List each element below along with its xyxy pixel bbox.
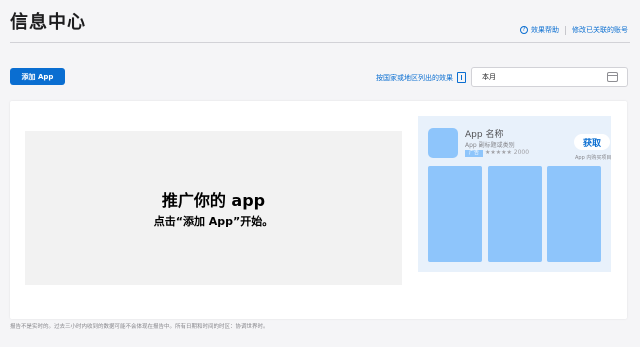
download-report-icon[interactable]: [457, 72, 466, 83]
preview-iap-note: App 内购买项目: [575, 155, 612, 161]
edit-linked-account-link[interactable]: 修改已关联的账号: [572, 25, 628, 35]
header-links: ? 效果帮助 修改已关联的账号: [520, 25, 628, 35]
promo-panel: 推广你的 app 点击“添加 App”开始。: [25, 131, 402, 285]
app-icon-placeholder: [428, 128, 458, 158]
screenshot-placeholder: [547, 166, 601, 262]
preview-get-button: 获取: [574, 134, 610, 150]
page-title: 信息中心: [10, 12, 86, 33]
preview-rating: ★★★★★ 2000: [485, 149, 530, 156]
report-footnote: 报告不是实时的。过去三小时内收到的数据可能不会体现在报告中。所有日期和时间的时区…: [10, 324, 269, 330]
help-link[interactable]: 效果帮助: [531, 25, 559, 35]
promo-subtitle: 点击“添加 App”开始。: [153, 215, 274, 228]
ad-badge: 广告: [465, 150, 484, 157]
country-report-link[interactable]: 按国家或地区列出的效果: [376, 72, 466, 83]
country-report-label[interactable]: 按国家或地区列出的效果: [376, 73, 453, 83]
add-app-button[interactable]: 添加 App: [10, 68, 65, 85]
link-separator: [565, 25, 566, 35]
help-icon[interactable]: ?: [520, 26, 528, 34]
screenshot-placeholder: [488, 166, 542, 262]
date-range-value: 本月: [482, 73, 496, 81]
date-range-select[interactable]: 本月: [471, 67, 628, 87]
screenshot-placeholder: [428, 166, 482, 262]
calendar-icon[interactable]: [607, 72, 618, 82]
promo-title: 推广你的 app: [161, 191, 266, 210]
main-card: 推广你的 app 点击“添加 App”开始。 App 名称 App 副标题或类别…: [10, 101, 627, 319]
preview-app-subtitle: App 副标题或类别: [465, 142, 515, 149]
preview-app-name: App 名称: [465, 130, 504, 140]
ad-preview-panel: App 名称 App 副标题或类别 广告 ★★★★★ 2000 获取 App 内…: [418, 116, 611, 272]
header-divider: [10, 42, 630, 43]
